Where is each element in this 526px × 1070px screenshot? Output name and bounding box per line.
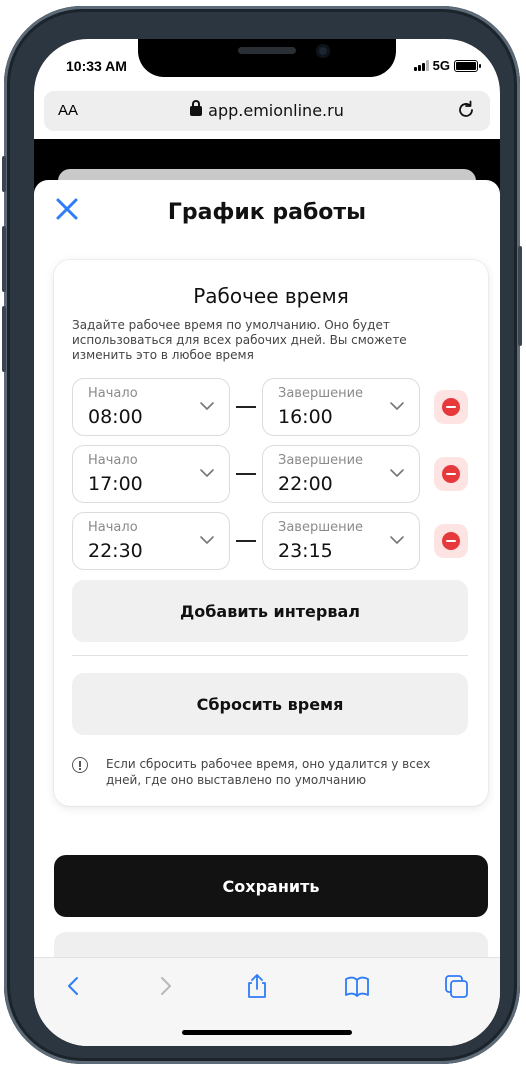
interval-row: Начало 08:00 Завершение 16:00: [72, 378, 472, 436]
chevron-down-icon: [390, 469, 404, 477]
minus-circle-icon: [442, 465, 460, 483]
status-time: 10:33 AM: [66, 58, 127, 74]
start-label: Начало: [88, 453, 138, 468]
start-time-select[interactable]: Начало 22:30: [72, 512, 230, 570]
card-description: Задайте рабочее время по умолчанию. Оно …: [72, 318, 407, 362]
share-icon[interactable]: [243, 972, 271, 1000]
start-time-value: 17:00: [88, 473, 143, 495]
remove-interval-button[interactable]: [434, 524, 468, 558]
range-dash: [236, 406, 256, 408]
home-indicator: [182, 1030, 352, 1035]
end-label: Завершение: [278, 386, 364, 401]
reset-time-button[interactable]: Сбросить время: [72, 673, 468, 735]
signal-icon: [413, 60, 429, 71]
start-time-select[interactable]: Начало 17:00: [72, 445, 230, 503]
chevron-down-icon: [200, 536, 214, 544]
network-type: 5G: [432, 58, 450, 73]
back-icon[interactable]: [60, 972, 88, 1000]
notch: [138, 39, 396, 77]
power-button: [518, 246, 522, 346]
remove-interval-button[interactable]: [434, 390, 468, 424]
start-time-select[interactable]: Начало 08:00: [72, 378, 230, 436]
interval-row: Начало 22:30 Завершение 23:15: [72, 512, 472, 570]
save-button[interactable]: Сохранить: [54, 855, 488, 917]
url-display[interactable]: app.emionline.ru: [44, 100, 490, 120]
start-label: Начало: [88, 520, 138, 535]
start-label: Начало: [88, 386, 138, 401]
address-bar[interactable]: AA app.emionline.ru: [44, 91, 490, 131]
forward-icon[interactable]: [151, 972, 179, 1000]
phone-frame: 10:33 AM 5G AA app.emionline.ru График р…: [2, 6, 522, 1064]
start-time-value: 08:00: [88, 406, 143, 428]
chevron-down-icon: [200, 402, 214, 410]
remove-interval-button[interactable]: [434, 457, 468, 491]
range-dash: [236, 540, 256, 542]
end-time-value: 22:00: [278, 473, 333, 495]
volume-down-button: [2, 306, 6, 372]
sheet-title: График работы: [167, 200, 367, 225]
url-text: app.emionline.ru: [208, 101, 344, 120]
divider: [72, 655, 468, 656]
add-interval-button[interactable]: Добавить интервал: [72, 580, 468, 642]
work-time-card: Рабочее время Задайте рабочее время по у…: [54, 260, 488, 806]
end-time-value: 23:15: [278, 540, 333, 562]
start-time-value: 22:30: [88, 540, 143, 562]
battery-icon: [454, 59, 481, 72]
tabs-icon[interactable]: [442, 972, 470, 1000]
end-time-select[interactable]: Завершение 23:15: [262, 512, 420, 570]
volume-up-button: [2, 226, 6, 292]
info-icon: [72, 757, 88, 773]
reload-icon[interactable]: [454, 98, 478, 122]
chevron-down-icon: [390, 536, 404, 544]
status-indicators: 5G: [413, 58, 481, 73]
browser-toolbar: [34, 957, 500, 1046]
card-title: Рабочее время: [193, 284, 349, 308]
screen: 10:33 AM 5G AA app.emionline.ru График р…: [34, 39, 500, 1046]
reset-note-text: Если сбросить рабочее время, оно удалитс…: [106, 757, 431, 787]
end-label: Завершение: [278, 453, 364, 468]
chevron-down-icon: [390, 402, 404, 410]
mute-switch: [2, 156, 6, 192]
range-dash: [236, 473, 256, 475]
work-schedule-sheet: График работы Рабочее время Задайте рабо…: [34, 180, 500, 1046]
speaker: [238, 47, 296, 54]
bookmarks-icon[interactable]: [343, 972, 371, 1000]
minus-circle-icon: [442, 532, 460, 550]
chevron-down-icon: [200, 469, 214, 477]
end-time-select[interactable]: Завершение 22:00: [262, 445, 420, 503]
lock-icon: [190, 100, 203, 116]
minus-circle-icon: [442, 398, 460, 416]
end-time-value: 16:00: [278, 406, 333, 428]
camera-icon: [316, 44, 330, 58]
interval-row: Начало 17:00 Завершение 22:00: [72, 445, 472, 503]
end-label: Завершение: [278, 520, 364, 535]
end-time-select[interactable]: Завершение 16:00: [262, 378, 420, 436]
